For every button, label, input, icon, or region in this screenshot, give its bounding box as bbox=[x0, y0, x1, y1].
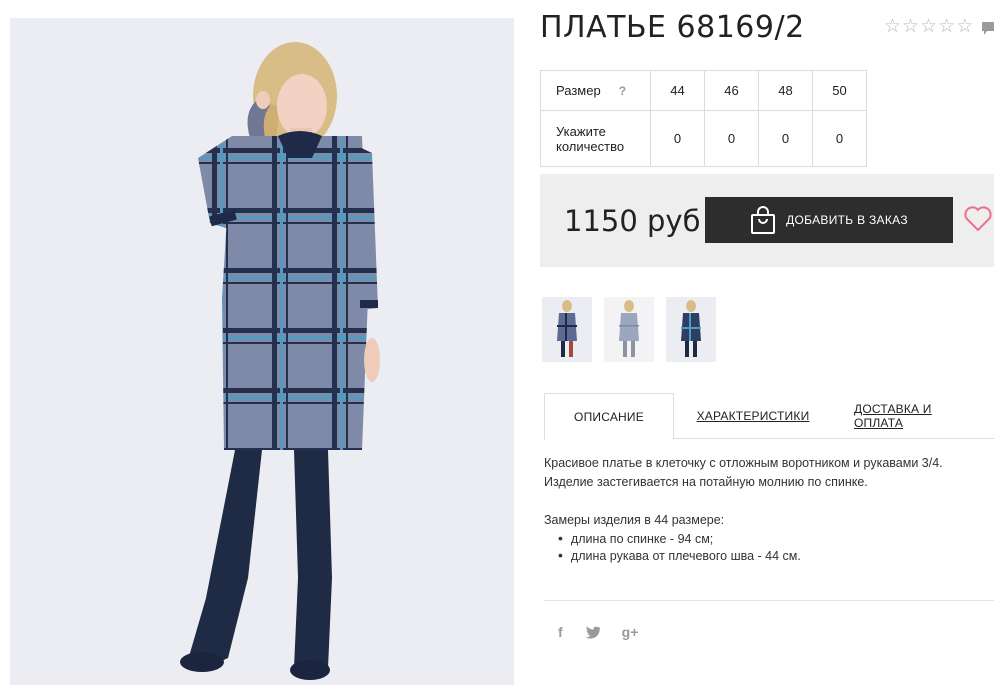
twitter-icon[interactable] bbox=[585, 626, 600, 639]
shopping-bag-icon bbox=[751, 206, 776, 234]
comment-icon[interactable] bbox=[982, 22, 994, 36]
add-to-order-label: ДОБАВИТЬ В ЗАКАЗ bbox=[786, 213, 908, 227]
quantity-input-50[interactable]: 0 bbox=[812, 110, 867, 167]
facebook-icon[interactable]: f bbox=[558, 624, 563, 640]
quantity-label-cell: Укажите количество bbox=[540, 110, 651, 167]
size-option-46: 46 bbox=[704, 70, 759, 111]
quantity-label-line1: Укажите bbox=[556, 123, 606, 139]
add-to-order-button[interactable]: ДОБАВИТЬ В ЗАКАЗ bbox=[705, 197, 953, 243]
social-share: f g+ bbox=[558, 624, 638, 640]
tab-description[interactable]: ОПИСАНИЕ bbox=[544, 393, 674, 440]
tab-delivery-payment[interactable]: ДОСТАВКА И ОПЛАТА bbox=[854, 393, 984, 439]
size-option-50: 50 bbox=[812, 70, 867, 111]
quantity-input-46[interactable]: 0 bbox=[704, 110, 759, 167]
size-label: Размер bbox=[556, 83, 601, 98]
description-line-1: Красивое платье в клеточку с отложным во… bbox=[544, 456, 943, 470]
quantity-input-44[interactable]: 0 bbox=[650, 110, 705, 167]
product-tabs: ОПИСАНИЕ ХАРАКТЕРИСТИКИ ДОСТАВКА И ОПЛАТ… bbox=[544, 393, 994, 440]
size-table: Размер? 44 46 48 50 Укажите количество 0… bbox=[540, 70, 867, 167]
size-option-44: 44 bbox=[650, 70, 705, 111]
thumbnail-3[interactable] bbox=[666, 297, 716, 362]
star-icon[interactable]: ☆ bbox=[956, 16, 973, 36]
product-main-photo[interactable] bbox=[10, 18, 514, 685]
google-plus-icon[interactable]: g+ bbox=[622, 624, 639, 640]
quantity-label-line2: количество bbox=[556, 138, 625, 154]
measurements-list: длина по спинке - 94 см; длина рукава от… bbox=[558, 530, 984, 564]
star-icon[interactable]: ☆ bbox=[938, 16, 955, 36]
product-title: ПЛАТЬЕ 68169/2 bbox=[540, 10, 805, 45]
size-option-48: 48 bbox=[758, 70, 813, 111]
list-item: длина рукава от плечевого шва - 44 см. bbox=[558, 547, 984, 564]
tab-characteristics[interactable]: ХАРАКТЕРИСТИКИ bbox=[694, 393, 812, 439]
description-line-2: Изделие застегивается на потайную молнию… bbox=[544, 475, 868, 489]
star-icon[interactable]: ☆ bbox=[884, 16, 901, 36]
size-label-cell: Размер? bbox=[540, 70, 651, 111]
buy-box: 1150 руб ДОБАВИТЬ В ЗАКАЗ bbox=[540, 174, 994, 267]
thumbnail-1[interactable] bbox=[542, 297, 592, 362]
measurements-title: Замеры изделия в 44 размере: bbox=[544, 513, 725, 527]
description-panel: Красивое платье в клеточку с отложным во… bbox=[544, 454, 984, 564]
quantity-input-48[interactable]: 0 bbox=[758, 110, 813, 167]
divider bbox=[544, 600, 994, 601]
star-icon[interactable]: ☆ bbox=[902, 16, 919, 36]
list-item: длина по спинке - 94 см; bbox=[558, 530, 984, 547]
rating-stars[interactable]: ☆ ☆ ☆ ☆ ☆ bbox=[884, 16, 973, 36]
thumbnail-strip bbox=[542, 297, 716, 362]
size-help-icon[interactable]: ? bbox=[619, 84, 626, 98]
thumbnail-2[interactable] bbox=[604, 297, 654, 362]
star-icon[interactable]: ☆ bbox=[920, 16, 937, 36]
price: 1150 руб bbox=[564, 204, 701, 238]
heart-icon[interactable] bbox=[964, 206, 992, 232]
